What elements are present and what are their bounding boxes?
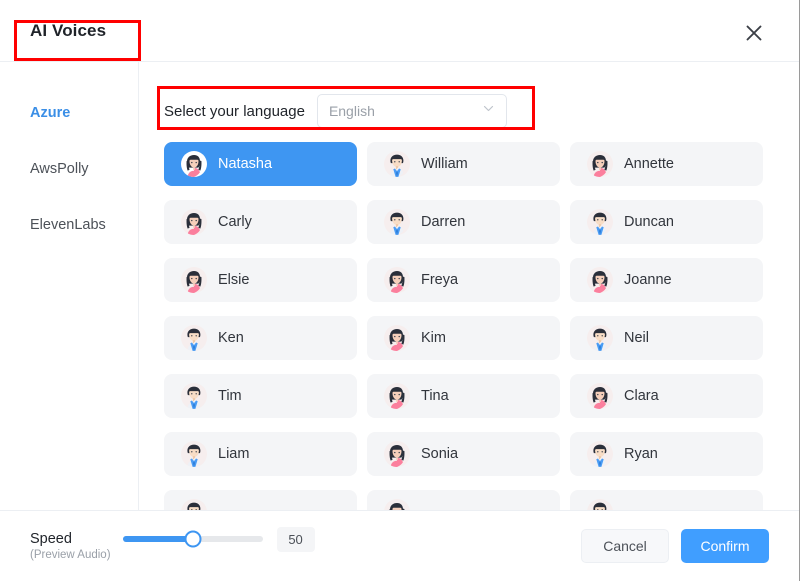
voices-panel: Select your language English Natasha Will… bbox=[139, 62, 799, 510]
speed-value: 50 bbox=[276, 526, 315, 552]
speed-slider[interactable] bbox=[122, 530, 263, 548]
dialog-header: AI Voices bbox=[0, 0, 799, 62]
voice-card[interactable]: Kim bbox=[367, 316, 560, 360]
avatar-male-icon bbox=[181, 325, 207, 351]
voice-name: Tim bbox=[218, 388, 242, 404]
voice-name: Ryan bbox=[624, 446, 658, 462]
voice-card[interactable]: Ken bbox=[164, 316, 357, 360]
voice-name: Neil bbox=[624, 330, 649, 346]
voice-card[interactable]: Freya bbox=[367, 258, 560, 302]
sidebar-item-label: Azure bbox=[30, 105, 71, 121]
avatar-female-icon bbox=[384, 499, 410, 510]
avatar-male-icon bbox=[384, 209, 410, 235]
sidebar-item-label: ElevenLabs bbox=[30, 217, 106, 233]
avatar-female-icon bbox=[384, 383, 410, 409]
voice-name: Clara bbox=[624, 388, 659, 404]
voice-name: Darren bbox=[421, 214, 466, 230]
sidebar-item-elevenlabs[interactable]: ElevenLabs bbox=[0, 210, 138, 240]
avatar-female-icon bbox=[384, 441, 410, 467]
voice-name: Joanne bbox=[624, 272, 672, 288]
sidebar-item-label: AwsPolly bbox=[30, 161, 89, 177]
voice-card[interactable]: Liam bbox=[164, 432, 357, 476]
voice-grid: Natasha William Annette Carly Darren Duncan El… bbox=[164, 142, 799, 510]
sidebar-item-awspolly[interactable]: AwsPolly bbox=[0, 154, 138, 184]
chevron-down-icon bbox=[482, 102, 495, 120]
voice-name: Natasha bbox=[218, 156, 273, 172]
avatar-male-icon bbox=[181, 499, 207, 510]
voice-name: Kim bbox=[421, 330, 446, 346]
language-label: Select your language bbox=[164, 102, 305, 120]
speed-control: Speed (Preview Audio) 50 bbox=[30, 526, 315, 566]
speed-slider-fill bbox=[122, 536, 193, 542]
voice-name: Elsie bbox=[218, 272, 250, 288]
avatar-male-icon bbox=[587, 325, 613, 351]
dialog-body: Azure AwsPolly ElevenLabs Select your la… bbox=[0, 62, 799, 510]
voice-name: Duncan bbox=[624, 214, 674, 230]
ai-voices-dialog: AI Voices Azure AwsPolly ElevenLabs Sele… bbox=[0, 0, 800, 581]
cancel-button[interactable]: Cancel bbox=[581, 529, 669, 563]
voice-name: William bbox=[421, 156, 468, 172]
avatar-male-icon bbox=[587, 441, 613, 467]
language-select[interactable]: English bbox=[316, 94, 507, 128]
close-icon[interactable] bbox=[743, 22, 765, 44]
voice-card[interactable]: Carly bbox=[164, 200, 357, 244]
voice-card[interactable]: Elsie bbox=[164, 258, 357, 302]
voice-card[interactable]: Darren bbox=[367, 200, 560, 244]
voice-card[interactable]: Joanne bbox=[570, 258, 763, 302]
voice-card[interactable]: Ryan bbox=[570, 432, 763, 476]
voice-card[interactable]: Annette bbox=[570, 142, 763, 186]
speed-slider-thumb[interactable] bbox=[184, 530, 202, 548]
speed-label-group: Speed (Preview Audio) bbox=[30, 531, 111, 562]
voice-name: Annette bbox=[624, 156, 674, 172]
avatar-female-icon bbox=[181, 267, 207, 293]
voice-card[interactable] bbox=[570, 490, 763, 510]
voice-name: Tina bbox=[421, 388, 449, 404]
language-row: Select your language English bbox=[164, 94, 799, 128]
avatar-female-icon bbox=[181, 209, 207, 235]
avatar-male-icon bbox=[587, 499, 613, 510]
voice-card[interactable] bbox=[164, 490, 357, 510]
avatar-female-icon bbox=[587, 267, 613, 293]
voice-card[interactable]: Natasha bbox=[164, 142, 357, 186]
avatar-female-icon bbox=[587, 383, 613, 409]
avatar-female-icon bbox=[384, 325, 410, 351]
footer-buttons: Cancel Confirm bbox=[581, 529, 769, 563]
voice-name: Freya bbox=[421, 272, 459, 288]
avatar-male-icon bbox=[384, 151, 410, 177]
voice-list-scroll[interactable]: Natasha William Annette Carly Darren Duncan El… bbox=[164, 134, 799, 510]
avatar-female-icon bbox=[384, 267, 410, 293]
page-title: AI Voices bbox=[30, 20, 107, 40]
dialog-footer: Speed (Preview Audio) 50 Cancel Confirm bbox=[0, 510, 799, 581]
avatar-male-icon bbox=[181, 383, 207, 409]
sidebar-item-azure[interactable]: Azure bbox=[0, 98, 138, 128]
provider-sidebar: Azure AwsPolly ElevenLabs bbox=[0, 62, 139, 510]
voice-name: Ken bbox=[218, 330, 244, 346]
confirm-button[interactable]: Confirm bbox=[681, 529, 769, 563]
avatar-female-icon bbox=[181, 151, 207, 177]
speed-sublabel: (Preview Audio) bbox=[30, 548, 111, 561]
voice-card[interactable]: Duncan bbox=[570, 200, 763, 244]
voice-card[interactable]: Sonia bbox=[367, 432, 560, 476]
voice-name: Sonia bbox=[421, 446, 459, 462]
voice-card[interactable]: Tina bbox=[367, 374, 560, 418]
voice-card[interactable]: William bbox=[367, 142, 560, 186]
voice-name: Liam bbox=[218, 446, 250, 462]
voice-name: Carly bbox=[218, 214, 252, 230]
voice-card[interactable] bbox=[367, 490, 560, 510]
speed-label: Speed bbox=[30, 530, 72, 547]
language-selected-value: English bbox=[328, 103, 375, 119]
voice-card[interactable]: Neil bbox=[570, 316, 763, 360]
avatar-male-icon bbox=[587, 209, 613, 235]
avatar-female-icon bbox=[587, 151, 613, 177]
voice-card[interactable]: Clara bbox=[570, 374, 763, 418]
voice-card[interactable]: Tim bbox=[164, 374, 357, 418]
avatar-male-icon bbox=[181, 441, 207, 467]
